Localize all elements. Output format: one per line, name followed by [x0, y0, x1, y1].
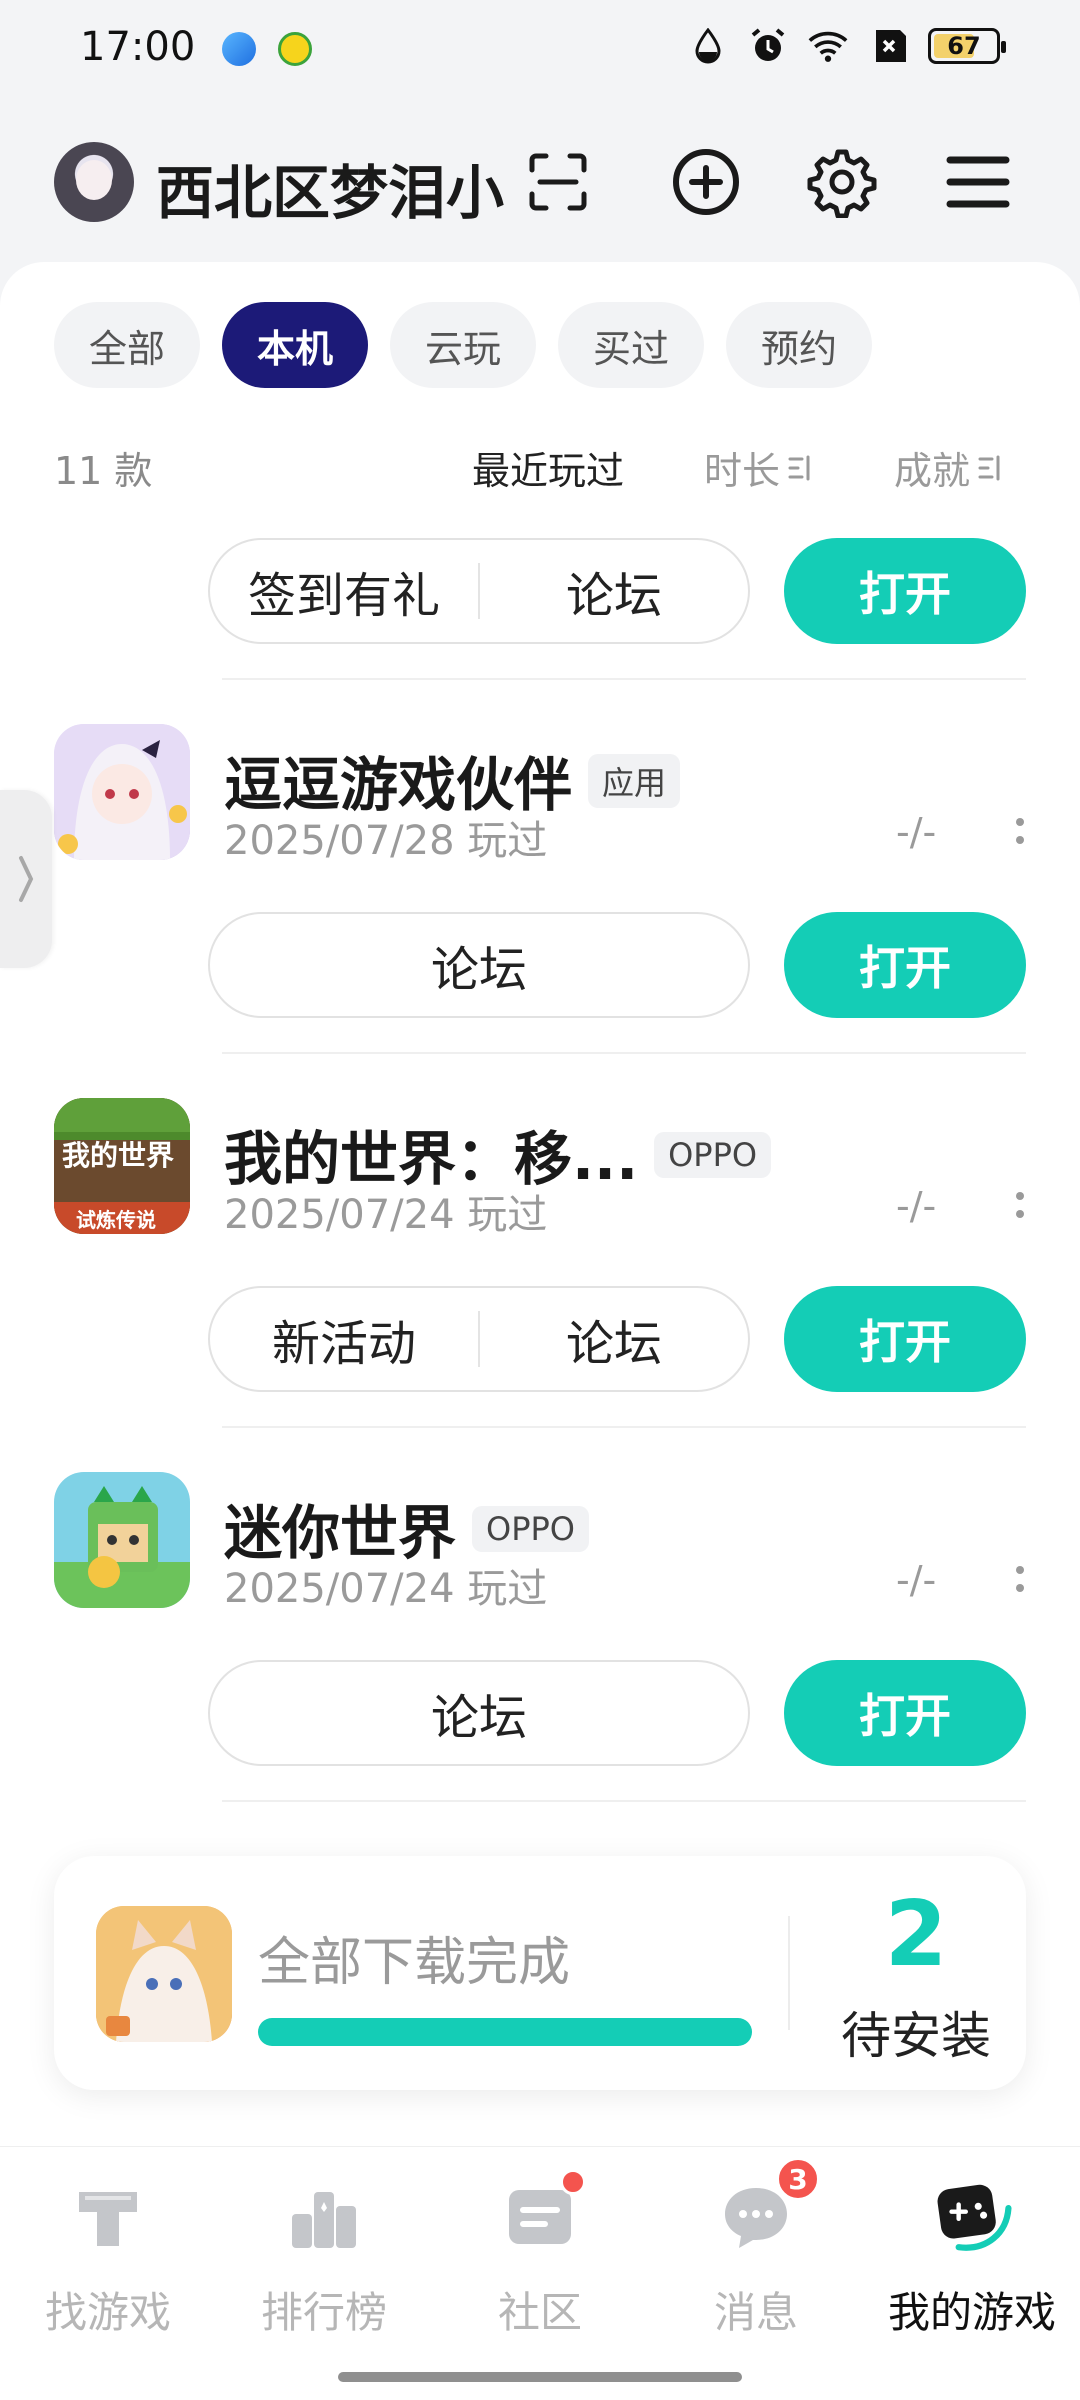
sort-recent[interactable]: 最近玩过: [472, 440, 624, 495]
open-button[interactable]: 打开: [784, 912, 1026, 1018]
nav-label: 排行榜: [260, 2288, 387, 2337]
sort-duration-label: 时长: [704, 449, 781, 493]
play-duration: -/-: [896, 1558, 937, 1602]
alarm-icon: [748, 26, 788, 66]
wifi-icon: [808, 26, 848, 66]
more-options-icon[interactable]: [1010, 818, 1030, 844]
tab-all[interactable]: 全部: [54, 302, 200, 388]
nav-ranking[interactable]: 排行榜: [216, 2177, 432, 2340]
game-actions: 论坛: [208, 1660, 750, 1766]
nav-my-games[interactable]: 我的游戏: [864, 2177, 1080, 2340]
sort-duration[interactable]: 时长: [704, 440, 812, 495]
messages-icon: 3: [716, 2157, 820, 2257]
home-indicator[interactable]: [338, 2372, 742, 2382]
pending-install-label: 待安装: [841, 2007, 991, 2065]
game-icon[interactable]: [54, 724, 190, 860]
nav-find-games[interactable]: 找游戏: [0, 2177, 216, 2340]
notification-dot: [560, 2169, 586, 2195]
sort-recent-label: 最近玩过: [472, 449, 625, 493]
nav-messages[interactable]: 3 消息: [648, 2157, 864, 2340]
game-count: 11 款: [54, 449, 153, 493]
sort-achievement-label: 成就: [894, 449, 971, 493]
tab-local[interactable]: 本机: [222, 302, 368, 388]
last-played: 2025/07/24 玩过: [224, 1566, 548, 1612]
game-tag: OPPO: [654, 1131, 772, 1178]
ranking-icon: [284, 2177, 364, 2257]
divider: [788, 1916, 790, 2030]
checkin-gift-button[interactable]: 签到有礼: [210, 556, 478, 626]
game-actions: 论坛: [208, 912, 750, 1018]
more-options-icon[interactable]: [1010, 1566, 1030, 1592]
icon-caption: 试炼传说: [76, 1208, 156, 1232]
water-drop-icon: [688, 26, 728, 66]
forum-button[interactable]: 论坛: [210, 930, 748, 1000]
my-games-icon: [932, 2177, 1012, 2257]
game-icon[interactable]: 我的世界 试炼传说: [54, 1098, 190, 1234]
battery-indicator: 67: [928, 28, 1006, 64]
sort-bar: 11 款 最近玩过 时长 成就: [54, 432, 1026, 495]
notification-app-icon: [222, 32, 256, 66]
sort-icon: [978, 455, 1000, 480]
side-drawer-handle[interactable]: [0, 790, 52, 968]
scan-icon[interactable]: [516, 140, 600, 224]
status-bar: 17:00 67: [0, 0, 1080, 100]
notification-app-icon: [278, 32, 312, 66]
download-status-text: 全部下载完成: [258, 1933, 571, 1993]
open-button[interactable]: 打开: [784, 1660, 1026, 1766]
download-game-icon: [96, 1906, 232, 2042]
divider: [222, 1426, 1026, 1428]
download-progress-bar: [258, 2018, 752, 2046]
divider: [222, 1800, 1026, 1802]
forum-button[interactable]: 论坛: [210, 1678, 748, 1748]
no-sim-icon: [868, 26, 908, 66]
bottom-navigation: 找游戏 排行榜 社区 3 消息 我的游戏: [0, 2146, 1080, 2400]
game-actions: 签到有礼 论坛: [208, 538, 750, 644]
unread-badge: 3: [776, 2157, 820, 2201]
avatar[interactable]: [54, 142, 134, 222]
nav-label: 消息: [713, 2288, 798, 2337]
tab-purchased[interactable]: 买过: [558, 302, 704, 388]
battery-level: 67: [947, 32, 981, 60]
game-actions: 新活动 论坛: [208, 1286, 750, 1392]
tab-reserved[interactable]: 预约: [726, 302, 872, 388]
profile-header: 西北区梦泪小: [0, 130, 1080, 230]
nav-label: 社区: [497, 2288, 582, 2337]
divider: [222, 678, 1026, 680]
chevron-right-icon: [19, 856, 34, 902]
sort-achievement[interactable]: 成就: [894, 440, 1002, 495]
play-duration: -/-: [896, 810, 937, 854]
menu-icon[interactable]: [936, 140, 1020, 224]
download-status-card[interactable]: 全部下载完成 2 待安装: [54, 1856, 1026, 2090]
tab-cloud[interactable]: 云玩: [390, 302, 536, 388]
community-icon: [500, 2169, 586, 2257]
new-event-button[interactable]: 新活动: [210, 1304, 478, 1374]
game-tag: OPPO: [472, 1505, 589, 1552]
more-options-icon[interactable]: [1010, 1192, 1030, 1218]
sort-icon: [788, 455, 810, 480]
status-time: 17:00: [80, 24, 196, 70]
last-played: 2025/07/24 玩过: [224, 1192, 548, 1238]
open-button[interactable]: 打开: [784, 1286, 1026, 1392]
forum-button[interactable]: 论坛: [480, 1304, 748, 1374]
play-duration: -/-: [896, 1184, 937, 1228]
last-played: 2025/07/28 玩过: [224, 818, 548, 864]
nav-label: 找游戏: [44, 2288, 171, 2337]
pending-install-count: 2: [884, 1882, 948, 1987]
game-tag: 应用: [588, 753, 681, 808]
divider: [222, 1052, 1026, 1054]
nav-community[interactable]: 社区: [432, 2169, 648, 2340]
username[interactable]: 西北区梦泪小: [156, 146, 516, 230]
forum-button[interactable]: 论坛: [480, 556, 748, 626]
settings-icon[interactable]: [800, 140, 884, 224]
icon-caption: 我的世界: [62, 1139, 175, 1172]
nav-label: 我的游戏: [887, 2288, 1056, 2337]
find-games-icon: [68, 2177, 148, 2257]
status-icons: 67: [688, 26, 1006, 66]
filter-tabs: 全部 本机 云玩 买过 预约: [54, 302, 872, 388]
add-icon[interactable]: [664, 140, 748, 224]
open-button[interactable]: 打开: [784, 538, 1026, 644]
game-icon[interactable]: [54, 1472, 190, 1608]
